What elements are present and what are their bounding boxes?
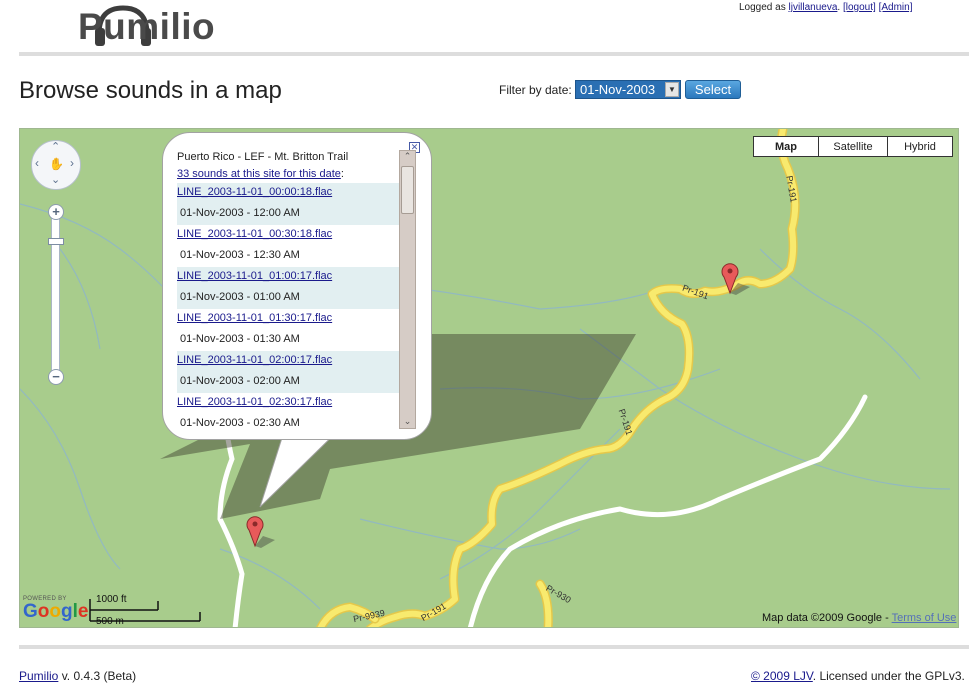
list-item: LINE_2003-11-01_01:00:17.flac 01-Nov-200… bbox=[177, 267, 399, 309]
chevron-down-icon[interactable]: ⌄ bbox=[400, 416, 415, 427]
scrollbar[interactable]: ⌃ ⌄ bbox=[399, 150, 416, 429]
page-title: Browse sounds in a map bbox=[19, 77, 282, 104]
map-tiles bbox=[20, 129, 958, 627]
file-time: 01-Nov-2003 - 12:00 AM bbox=[180, 207, 300, 219]
pan-right-icon[interactable]: › bbox=[70, 156, 74, 170]
map-type-hybrid[interactable]: Hybrid bbox=[887, 136, 953, 157]
zoom-out-icon[interactable]: − bbox=[48, 369, 64, 385]
date-select-value: 01-Nov-2003 bbox=[580, 82, 656, 97]
username-link[interactable]: ljvillanueva bbox=[789, 2, 838, 13]
list-item: LINE_2003-11-01_01:30:17.flac 01-Nov-200… bbox=[177, 309, 399, 351]
filter-date-label: Filter by date: bbox=[499, 83, 572, 97]
file-time: 01-Nov-2003 - 02:00 AM bbox=[180, 375, 300, 387]
chevron-up-icon[interactable]: ⌃ bbox=[400, 151, 415, 162]
file-link[interactable]: LINE_2003-11-01_02:30:17.flac bbox=[177, 396, 332, 408]
footer-license: © 2009 LJV. Licensed under the GPLv3. bbox=[751, 669, 965, 683]
pan-control[interactable]: ⌃ ⌄ ‹ › ✋ bbox=[31, 140, 81, 190]
logout-link[interactable]: [logout] bbox=[843, 2, 876, 13]
file-link[interactable]: LINE_2003-11-01_00:00:18.flac bbox=[177, 186, 332, 198]
zoom-slider-handle[interactable] bbox=[48, 238, 64, 245]
file-time: 01-Nov-2003 - 02:30 AM bbox=[180, 417, 300, 429]
list-item: LINE_2003-11-01_00:00:18.flac 01-Nov-200… bbox=[177, 183, 399, 225]
google-logo[interactable]: POWERED BY Google bbox=[23, 596, 88, 622]
list-item: LINE_2003-11-01_00:30:18.flac 01-Nov-200… bbox=[177, 225, 399, 267]
list-item: LINE_2003-11-01_02:30:17.flac 01-Nov-200… bbox=[177, 393, 399, 435]
sound-count: 33 sounds at this site for this date: bbox=[177, 168, 344, 180]
terms-of-use-link[interactable]: Terms of Use bbox=[892, 612, 957, 624]
header-divider bbox=[19, 52, 969, 56]
map-marker-icon[interactable] bbox=[720, 261, 754, 295]
file-time: 01-Nov-2003 - 12:30 AM bbox=[180, 249, 300, 261]
list-item: LINE_2003-11-01_02:00:17.flac 01-Nov-200… bbox=[177, 351, 399, 393]
file-link[interactable]: LINE_2003-11-01_02:00:17.flac bbox=[177, 354, 332, 366]
map-type-map[interactable]: Map bbox=[753, 136, 819, 157]
pan-left-icon[interactable]: ‹ bbox=[35, 156, 39, 170]
scale-imperial: 1000 ft bbox=[96, 594, 127, 605]
footer-version: Pumilio v. 0.4.3 (Beta) bbox=[19, 669, 137, 683]
pan-down-icon[interactable]: ⌄ bbox=[51, 173, 60, 186]
file-time: 01-Nov-2003 - 01:30 AM bbox=[180, 333, 300, 345]
site-name: Puerto Rico - LEF - Mt. Britton Trail bbox=[177, 151, 349, 163]
logged-as-label: Logged as bbox=[739, 2, 789, 13]
map-type-satellite[interactable]: Satellite bbox=[818, 136, 888, 157]
map-canvas[interactable]: Pr-191 Pr-191 Pr-191 Pr-191 Pr-930 Pr-99… bbox=[19, 128, 959, 628]
sound-count-link[interactable]: 33 sounds at this site for this date bbox=[177, 168, 341, 180]
file-link[interactable]: LINE_2003-11-01_00:30:18.flac bbox=[177, 228, 332, 240]
google-logo-text: Google bbox=[23, 601, 89, 622]
select-button[interactable]: Select bbox=[685, 80, 741, 99]
copyright-link[interactable]: © 2009 LJV bbox=[751, 669, 813, 683]
user-bar: Logged as ljvillanueva. [logout] [Admin] bbox=[739, 2, 913, 13]
footer-divider bbox=[19, 645, 969, 649]
hand-icon: ✋ bbox=[49, 157, 64, 171]
info-window: ✕ Puerto Rico - LEF - Mt. Britton Trail … bbox=[162, 132, 432, 440]
file-time: 01-Nov-2003 - 01:00 AM bbox=[180, 291, 300, 303]
file-link[interactable]: LINE_2003-11-01_01:00:17.flac bbox=[177, 270, 332, 282]
scrollbar-thumb[interactable] bbox=[401, 166, 414, 214]
chevron-down-icon[interactable]: ▼ bbox=[665, 82, 679, 97]
zoom-slider[interactable] bbox=[51, 211, 60, 377]
map-marker-icon[interactable] bbox=[245, 514, 279, 548]
pumilio-footer-link[interactable]: Pumilio bbox=[19, 669, 58, 683]
pan-up-icon[interactable]: ⌃ bbox=[51, 140, 60, 153]
scale-metric: 500 m bbox=[96, 616, 124, 627]
file-link[interactable]: LINE_2003-11-01_01:30:17.flac bbox=[177, 312, 332, 324]
admin-link[interactable]: [Admin] bbox=[879, 2, 913, 13]
date-select[interactable]: 01-Nov-2003 ▼ bbox=[575, 80, 681, 99]
map-attribution: Map data ©2009 Google - Terms of Use bbox=[762, 612, 957, 624]
file-list: LINE_2003-11-01_00:00:18.flac 01-Nov-200… bbox=[177, 183, 399, 435]
app-logo-text[interactable]: Pumilio bbox=[78, 6, 215, 48]
zoom-in-icon[interactable]: + bbox=[48, 204, 64, 220]
